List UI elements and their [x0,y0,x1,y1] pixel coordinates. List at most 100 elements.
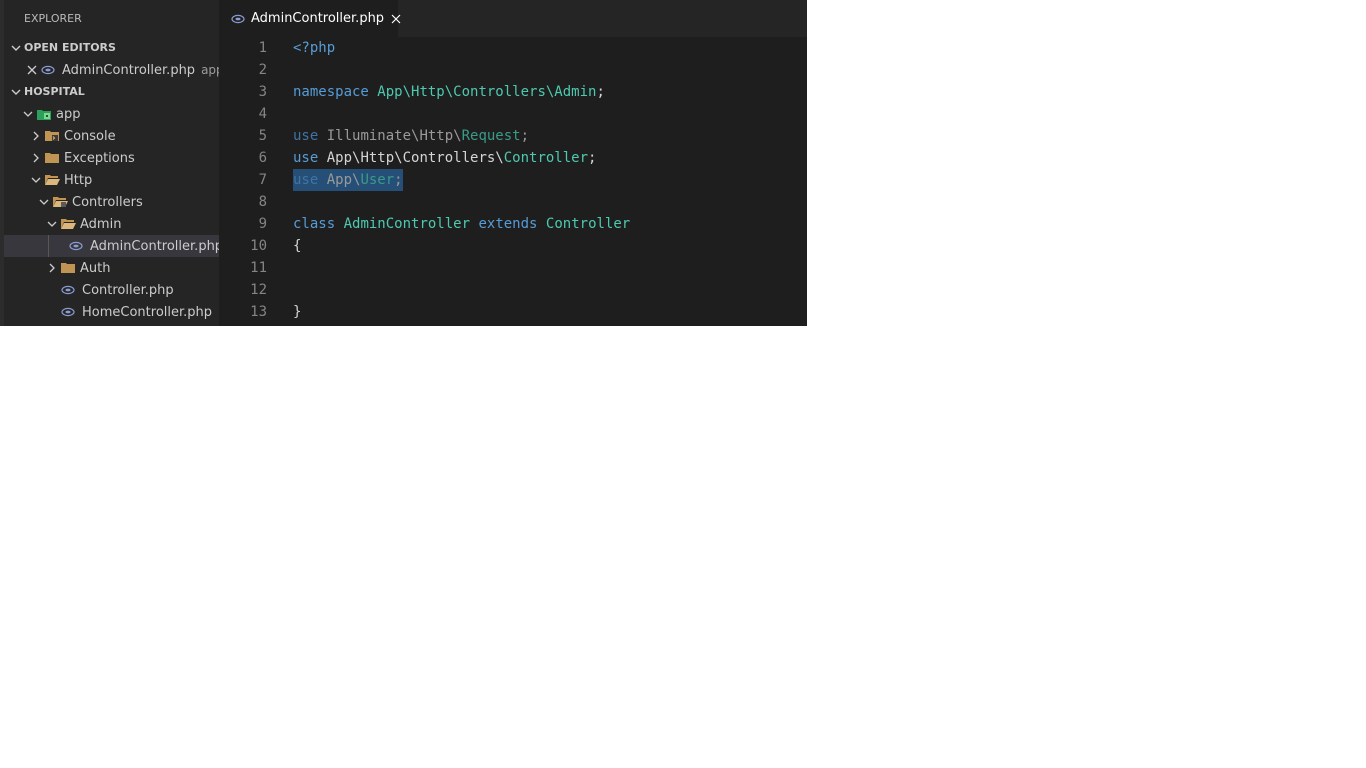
editor-tab-bar: AdminController.php [219,0,807,37]
code-line[interactable]: 6 use App\Http\Controllers\Controller; [219,147,807,169]
tab-label: AdminController.php [251,11,385,26]
tree-item-label: Http [64,172,93,188]
code-token: use [293,128,319,144]
tree-item-label: Auth [80,260,111,276]
php-elephant-icon [68,238,84,254]
indent-guide [48,235,49,257]
code-text: class AdminController extends Controller [293,213,630,235]
line-number: 13 [250,304,267,320]
code-token: } [293,304,302,320]
tree-item-label: Exceptions [64,150,135,166]
tree-item-homecontroller-php[interactable]: HomeController.php [4,301,219,323]
code-token: App\ [318,172,361,188]
line-number: 11 [250,260,267,276]
line-number: 4 [258,106,267,122]
code-line[interactable]: 11 [219,257,807,279]
folder-icon [44,150,60,166]
code-line[interactable]: 3 namespace App\Http\Controllers\Admin; [219,81,807,103]
open-editor-path: app... [201,63,219,77]
code-token: use [293,172,319,188]
tree-item-console[interactable]: Console [4,125,219,147]
tree-item-label: Controller.php [82,282,174,298]
code-token: ; [394,172,403,188]
code-token: ; [588,150,597,166]
project-name: HOSPITAL [24,85,85,98]
code-line[interactable]: 9 class AdminController extends Controlle… [219,213,807,235]
code-editor[interactable]: 1 <?php 2 3 namespace App\Http\Controllers\ A… [219,37,807,326]
code-text: } [293,301,301,323]
code-token: User [360,172,395,188]
code-token: Illuminate\Http\ [318,128,462,144]
code-text: use App\Http\Controllers\Controller; [293,147,596,169]
chevron-down-icon [36,194,52,210]
line-number: 6 [258,150,267,166]
code-token: AdminController [343,216,471,232]
code-line[interactable]: 4 [219,103,807,125]
chevron-down-icon [8,84,24,100]
project-section-header[interactable]: HOSPITAL [4,81,219,103]
code-line[interactable]: 5 use Illuminate\Http\Request; [219,125,807,147]
code-line[interactable]: 10 { [219,235,807,257]
app-folder-icon [36,106,52,122]
tree-item-label: AdminController.php [90,238,219,254]
code-line[interactable]: 13} [219,301,807,323]
code-line[interactable]: 2 [219,59,807,81]
code-line[interactable]: 8 [219,191,807,213]
tree-item-controllers[interactable]: Controllers [4,191,219,213]
open-editors-label: OPEN EDITORS [24,41,116,54]
controllers-folder-icon [52,194,68,210]
close-icon[interactable] [24,62,40,78]
line-number: 8 [258,194,267,210]
code-token: use [293,150,319,166]
code-text: use Illuminate\Http\Request; [293,125,529,147]
line-number: 3 [258,84,267,100]
code-text: { [293,235,301,257]
line-number: 9 [258,216,267,232]
code-token: ; [520,128,530,144]
tree-item-controller-php[interactable]: Controller.php [4,279,219,301]
tree-item-http[interactable]: Http [4,169,219,191]
open-editors-section-header[interactable]: OPEN EDITORS [4,37,219,59]
code-token: class [293,216,336,232]
php-elephant-icon [60,304,76,320]
console-folder-icon [44,128,60,144]
code-token: Request [461,128,521,144]
tab-admincontroller-php[interactable]: AdminController.php [219,0,401,37]
code-line[interactable]: 7 use App\User; [219,169,807,191]
line-number: 1 [258,40,267,56]
code-token: App\Http\Controllers\ [318,150,504,166]
chevron-right-icon [28,128,44,144]
explorer-title: EXPLORER [24,12,82,25]
open-editor-item[interactable]: AdminController.php app... [4,59,219,81]
tree-item-auth[interactable]: Auth [4,257,219,279]
close-icon[interactable] [390,11,402,27]
tree-item-label: app [56,106,81,122]
code-token: { [293,238,302,254]
tree-item-label: Admin [80,216,122,232]
code-token: extends [478,216,538,232]
tree-item-admincontroller-php[interactable]: AdminController.php [4,235,219,257]
tree-item-label: HomeController.php [82,304,213,320]
folder-open-icon [60,216,76,232]
tree-item-app[interactable]: app [4,103,219,125]
selected-code: use App\User; [293,169,403,191]
chevron-down-icon [44,216,60,232]
code-token: ; [596,84,605,100]
code-token: namespace [293,84,369,100]
line-number: 10 [250,238,267,254]
chevron-down-icon [28,172,44,188]
line-number: 7 [258,172,267,188]
tree-item-admin[interactable]: Admin [4,213,219,235]
tree-item-exceptions[interactable]: Exceptions [4,147,219,169]
code-token: <?php [293,40,336,56]
line-number: 5 [258,128,267,144]
code-line[interactable]: 12 [219,279,807,301]
line-number: 12 [250,282,267,298]
open-editor-filename: AdminController.php [62,62,196,78]
vscode-window: EXPLORER OPEN EDITORS AdminController.ph… [0,0,807,326]
chevron-down-icon [8,40,24,56]
code-line[interactable]: 1 <?php [219,37,807,59]
explorer-sidebar: EXPLORER OPEN EDITORS AdminController.ph… [4,0,219,326]
